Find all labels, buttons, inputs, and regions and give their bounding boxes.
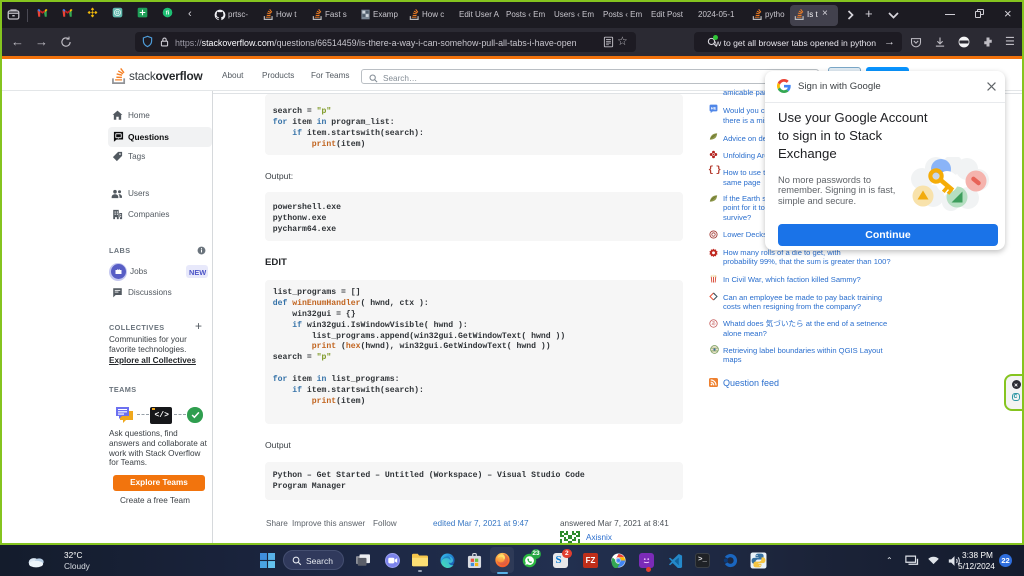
svg-text:HE: HE [711, 105, 717, 110]
svg-text:fi: fi [166, 11, 170, 17]
